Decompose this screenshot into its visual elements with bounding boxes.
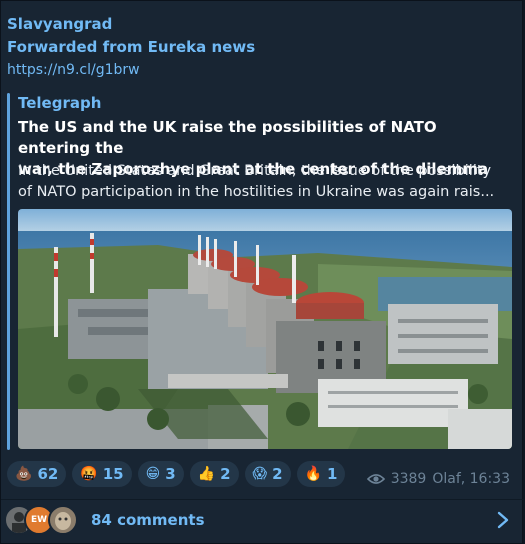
reaction-poop[interactable]: 💩 62 [7,461,67,487]
link-preview-site[interactable]: Telegraph [18,94,101,112]
author-and-time: Olaf, 16:33 [432,471,510,487]
avatar [48,505,78,535]
link-preview-accent-bar [7,93,10,450]
channel-name[interactable]: Slavyangrad [7,15,112,33]
comments-button[interactable]: EW 84 comments [1,500,524,544]
message-bubble: Slavyangrad Forwarded from Eureka news h… [0,0,524,544]
reaction-grin[interactable]: 😁 3 [137,461,184,487]
reaction-count: 2 [220,465,231,483]
reaction-count: 3 [165,465,176,483]
message-meta: 3389 Olaf, 16:33 [366,471,510,487]
thumbs-up-emoji-icon: 👍 [197,466,216,482]
link-preview-image[interactable] [18,209,512,449]
poop-emoji-icon: 💩 [15,466,33,482]
commenter-avatars: EW [4,505,84,535]
link-preview-description: In the United States and Great Britain, … [18,163,495,200]
nuclear-plant-photo [18,209,512,449]
reactions-bar: 💩 62 🤬 15 😁 3 👍 2 😱 2 🔥 1 [7,461,346,487]
grinning-face-emoji-icon: 😁 [145,466,161,482]
forwarded-from[interactable]: Forwarded from Eureka news [7,38,255,56]
angry-face-emoji-icon: 🤬 [80,466,98,482]
article-link[interactable]: https://n9.cl/g1brw [7,61,140,79]
reaction-count: 2 [272,465,283,483]
fire-emoji-icon: 🔥 [304,466,323,482]
comments-count: 84 comments [91,511,205,529]
reaction-fire[interactable]: 🔥 1 [296,461,346,487]
screaming-face-emoji-icon: 😱 [252,466,268,482]
reaction-count: 15 [102,465,124,483]
reaction-angry[interactable]: 🤬 15 [72,461,132,487]
reaction-count: 62 [37,465,59,483]
chevron-right-icon [497,511,509,529]
view-count: 3389 [390,471,427,487]
reaction-thumbs-up[interactable]: 👍 2 [189,461,239,487]
eye-icon [366,474,385,484]
reaction-scream[interactable]: 😱 2 [244,461,291,487]
reaction-count: 1 [327,465,338,483]
